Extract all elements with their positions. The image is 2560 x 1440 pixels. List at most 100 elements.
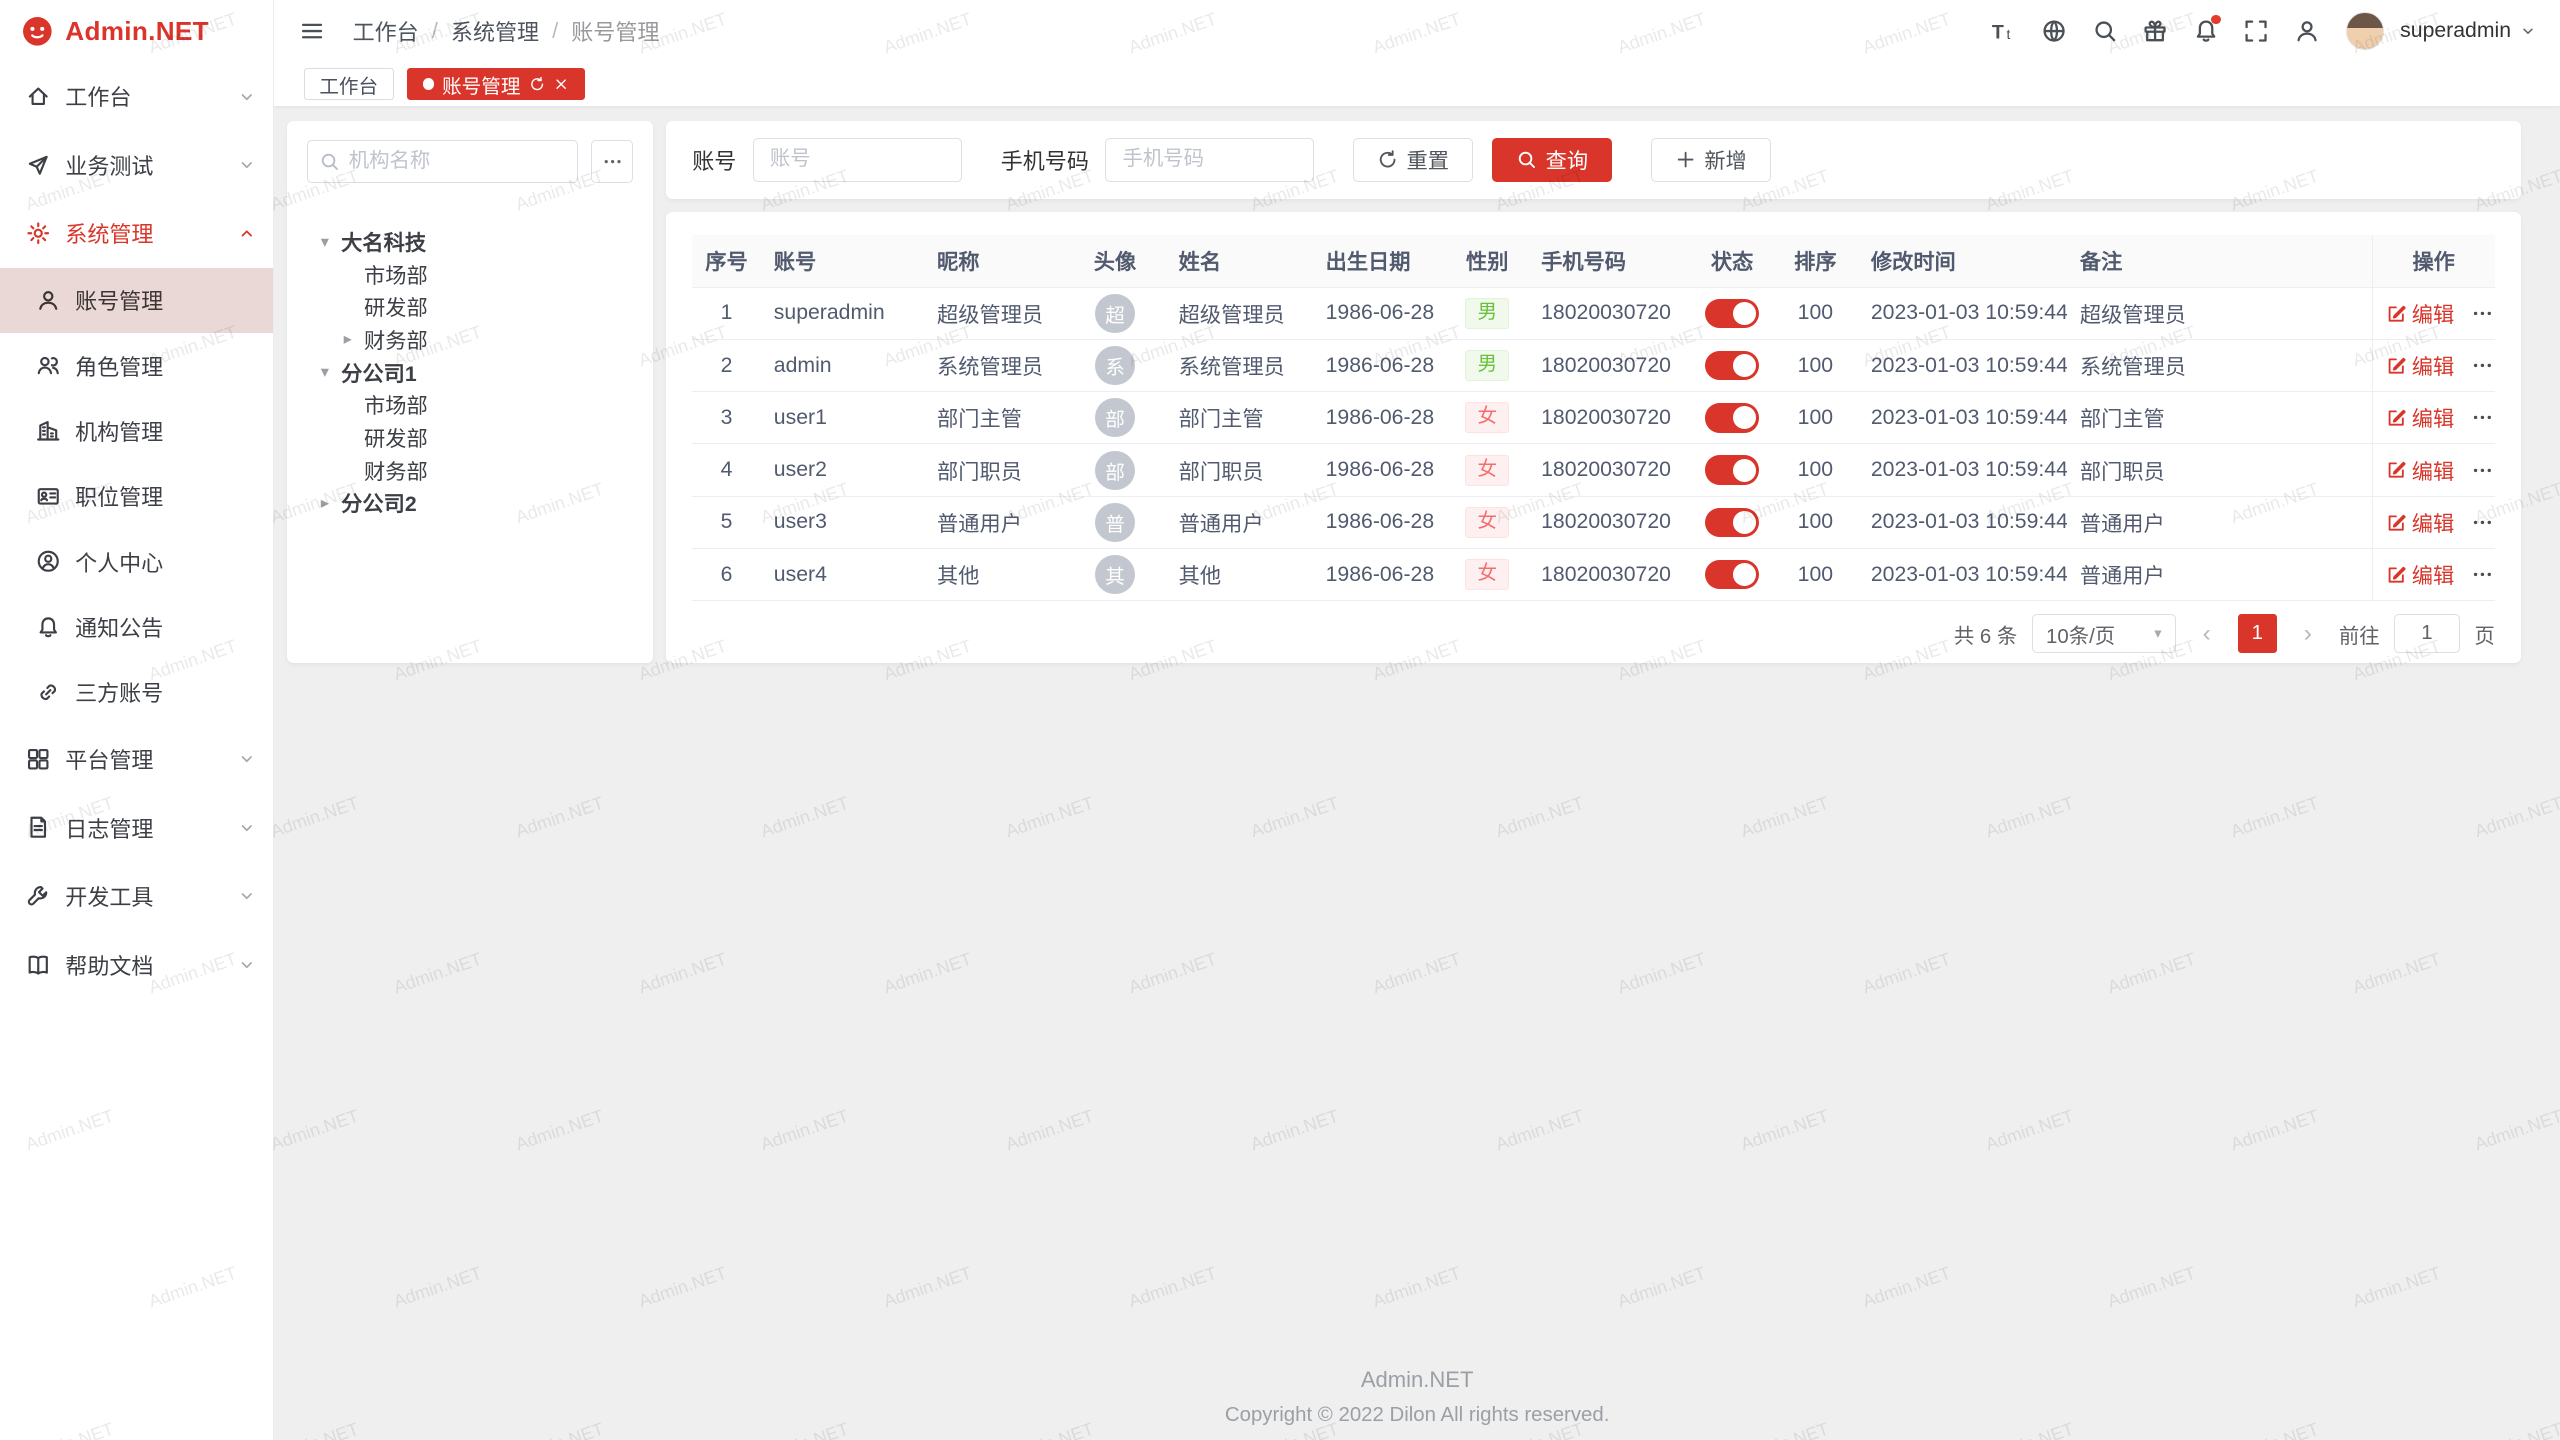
user-avatar[interactable] bbox=[2346, 12, 2384, 50]
cell-status bbox=[1691, 444, 1773, 496]
more-actions-button[interactable] bbox=[2471, 354, 2494, 377]
column-header: 性别 bbox=[1446, 235, 1528, 287]
sidebar-item-log-management[interactable]: 日志管理 bbox=[0, 793, 273, 862]
tools-icon bbox=[26, 884, 50, 908]
search-icon[interactable] bbox=[2084, 10, 2126, 52]
add-button[interactable]: 新增 bbox=[1651, 138, 1771, 182]
sidebar-item-position-management[interactable]: 职位管理 bbox=[0, 464, 273, 529]
tree-node-label: 财务部 bbox=[364, 324, 428, 355]
edit-button[interactable]: 编辑 bbox=[2386, 507, 2455, 538]
user-icon[interactable] bbox=[2286, 10, 2328, 52]
account-input[interactable] bbox=[753, 138, 962, 182]
status-toggle[interactable] bbox=[1705, 508, 1759, 537]
tab-refresh-icon[interactable] bbox=[529, 76, 545, 92]
tree-node[interactable]: 市场部 bbox=[307, 258, 634, 291]
tree-node[interactable]: ▾大名科技 bbox=[307, 225, 634, 258]
username-label[interactable]: superadmin bbox=[2400, 19, 2511, 43]
fullscreen-icon[interactable] bbox=[2235, 10, 2277, 52]
status-toggle[interactable] bbox=[1705, 351, 1759, 380]
sidebar: Admin.NET 工作台业务测试系统管理账号管理角色管理机构管理职位管理个人中… bbox=[0, 0, 274, 1440]
tree-node[interactable]: ▾分公司1 bbox=[307, 356, 634, 389]
sidebar-item-account-management[interactable]: 账号管理 bbox=[0, 268, 273, 333]
sidebar-item-workbench[interactable]: 工作台 bbox=[0, 62, 273, 131]
cell-nickname: 超级管理员 bbox=[924, 287, 1064, 339]
sidebar-item-system-management[interactable]: 系统管理 bbox=[0, 199, 273, 268]
sidebar-item-third-party-account[interactable]: 三方账号 bbox=[0, 660, 273, 725]
chevron-down-icon bbox=[237, 87, 257, 107]
tree-node[interactable]: 市场部 bbox=[307, 388, 634, 421]
edit-button[interactable]: 编辑 bbox=[2386, 298, 2455, 329]
status-toggle[interactable] bbox=[1705, 560, 1759, 589]
tab-close-icon[interactable] bbox=[553, 76, 569, 92]
sidebar-item-label: 日志管理 bbox=[65, 812, 222, 844]
sidebar-item-business-test[interactable]: 业务测试 bbox=[0, 131, 273, 200]
phone-input[interactable] bbox=[1105, 138, 1314, 182]
menu-icon[interactable] bbox=[291, 10, 333, 52]
status-toggle[interactable] bbox=[1705, 455, 1759, 484]
cell-nickname: 普通用户 bbox=[924, 496, 1064, 548]
cell-phone: 18020030720 bbox=[1528, 392, 1691, 444]
query-button[interactable]: 查询 bbox=[1492, 138, 1612, 182]
reset-button[interactable]: 重置 bbox=[1353, 138, 1473, 182]
bell-icon[interactable] bbox=[2185, 10, 2227, 52]
org-tree: ▾大名科技市场部研发部▸财务部▾分公司1市场部研发部财务部▸分公司2 bbox=[307, 225, 634, 519]
tab-workbench[interactable]: 工作台 bbox=[304, 68, 394, 101]
tree-node[interactable]: 研发部 bbox=[307, 291, 634, 324]
sidebar-item-notice-announcement[interactable]: 通知公告 bbox=[0, 594, 273, 659]
sidebar-item-org-management[interactable]: 机构管理 bbox=[0, 398, 273, 463]
tree-node[interactable]: 财务部 bbox=[307, 454, 634, 487]
more-actions-button[interactable] bbox=[2471, 302, 2494, 325]
page-size-select[interactable]: 10条/页 ▾ bbox=[2032, 614, 2176, 653]
more-actions-button[interactable] bbox=[2471, 563, 2494, 586]
sidebar-item-help-docs[interactable]: 帮助文档 bbox=[0, 930, 273, 999]
locale-icon[interactable] bbox=[2033, 10, 2075, 52]
chevron-down-icon bbox=[237, 818, 257, 838]
status-toggle[interactable] bbox=[1705, 299, 1759, 328]
sidebar-item-label: 个人中心 bbox=[75, 546, 257, 578]
cell-gender: 男 bbox=[1446, 287, 1528, 339]
caret-down-icon[interactable]: ▾ bbox=[313, 362, 336, 382]
font-size-icon[interactable]: Tt bbox=[1982, 10, 2024, 52]
chevron-down-icon[interactable] bbox=[2519, 22, 2537, 40]
status-toggle[interactable] bbox=[1705, 403, 1759, 432]
org-search-input[interactable] bbox=[349, 150, 566, 173]
cell-phone: 18020030720 bbox=[1528, 548, 1691, 600]
notice-icon bbox=[36, 615, 60, 639]
caret-down-icon[interactable]: ▾ bbox=[313, 232, 336, 252]
cell-birthdate: 1986-06-28 bbox=[1313, 287, 1447, 339]
edit-button[interactable]: 编辑 bbox=[2386, 402, 2455, 433]
sidebar-item-platform-management[interactable]: 平台管理 bbox=[0, 725, 273, 794]
tree-node[interactable]: 研发部 bbox=[307, 421, 634, 454]
edit-button[interactable]: 编辑 bbox=[2386, 455, 2455, 486]
app-logo[interactable]: Admin.NET bbox=[0, 0, 273, 62]
org-more-button[interactable] bbox=[591, 140, 633, 182]
tree-node[interactable]: ▸分公司2 bbox=[307, 486, 634, 519]
more-actions-button[interactable] bbox=[2471, 511, 2494, 534]
sidebar-item-dev-tools[interactable]: 开发工具 bbox=[0, 862, 273, 931]
current-page-button[interactable]: 1 bbox=[2238, 614, 2277, 653]
tree-node[interactable]: ▸财务部 bbox=[307, 323, 634, 356]
prev-page-button[interactable]: ‹ bbox=[2190, 620, 2223, 648]
caret-right-icon[interactable]: ▸ bbox=[336, 329, 359, 349]
breadcrumb-item[interactable]: 工作台 bbox=[353, 15, 419, 47]
gender-tag: 男 bbox=[1465, 350, 1509, 381]
gender-tag: 男 bbox=[1465, 298, 1509, 329]
main-column: 工作台 / 系统管理 / 账号管理 Tt superadmin 工作台账号管理 bbox=[274, 0, 2560, 1440]
sidebar-item-personal-center[interactable]: 个人中心 bbox=[0, 529, 273, 594]
tab-label: 账号管理 bbox=[442, 70, 520, 99]
edit-button[interactable]: 编辑 bbox=[2386, 559, 2455, 590]
more-actions-button[interactable] bbox=[2471, 459, 2494, 482]
next-page-button[interactable]: › bbox=[2292, 620, 2325, 648]
sidebar-item-role-management[interactable]: 角色管理 bbox=[0, 333, 273, 398]
caret-right-icon[interactable]: ▸ bbox=[313, 493, 336, 513]
cell-sort: 100 bbox=[1773, 548, 1858, 600]
tab-account-management[interactable]: 账号管理 bbox=[407, 68, 585, 101]
cell-remark: 普通用户 bbox=[2067, 548, 2372, 600]
column-header: 备注 bbox=[2067, 235, 2372, 287]
gift-icon[interactable] bbox=[2134, 10, 2176, 52]
goto-page-input[interactable] bbox=[2394, 614, 2459, 653]
breadcrumb-item[interactable]: 系统管理 bbox=[451, 15, 539, 47]
edit-button[interactable]: 编辑 bbox=[2386, 350, 2455, 381]
more-actions-button[interactable] bbox=[2471, 406, 2494, 429]
cell-account: user3 bbox=[761, 496, 924, 548]
